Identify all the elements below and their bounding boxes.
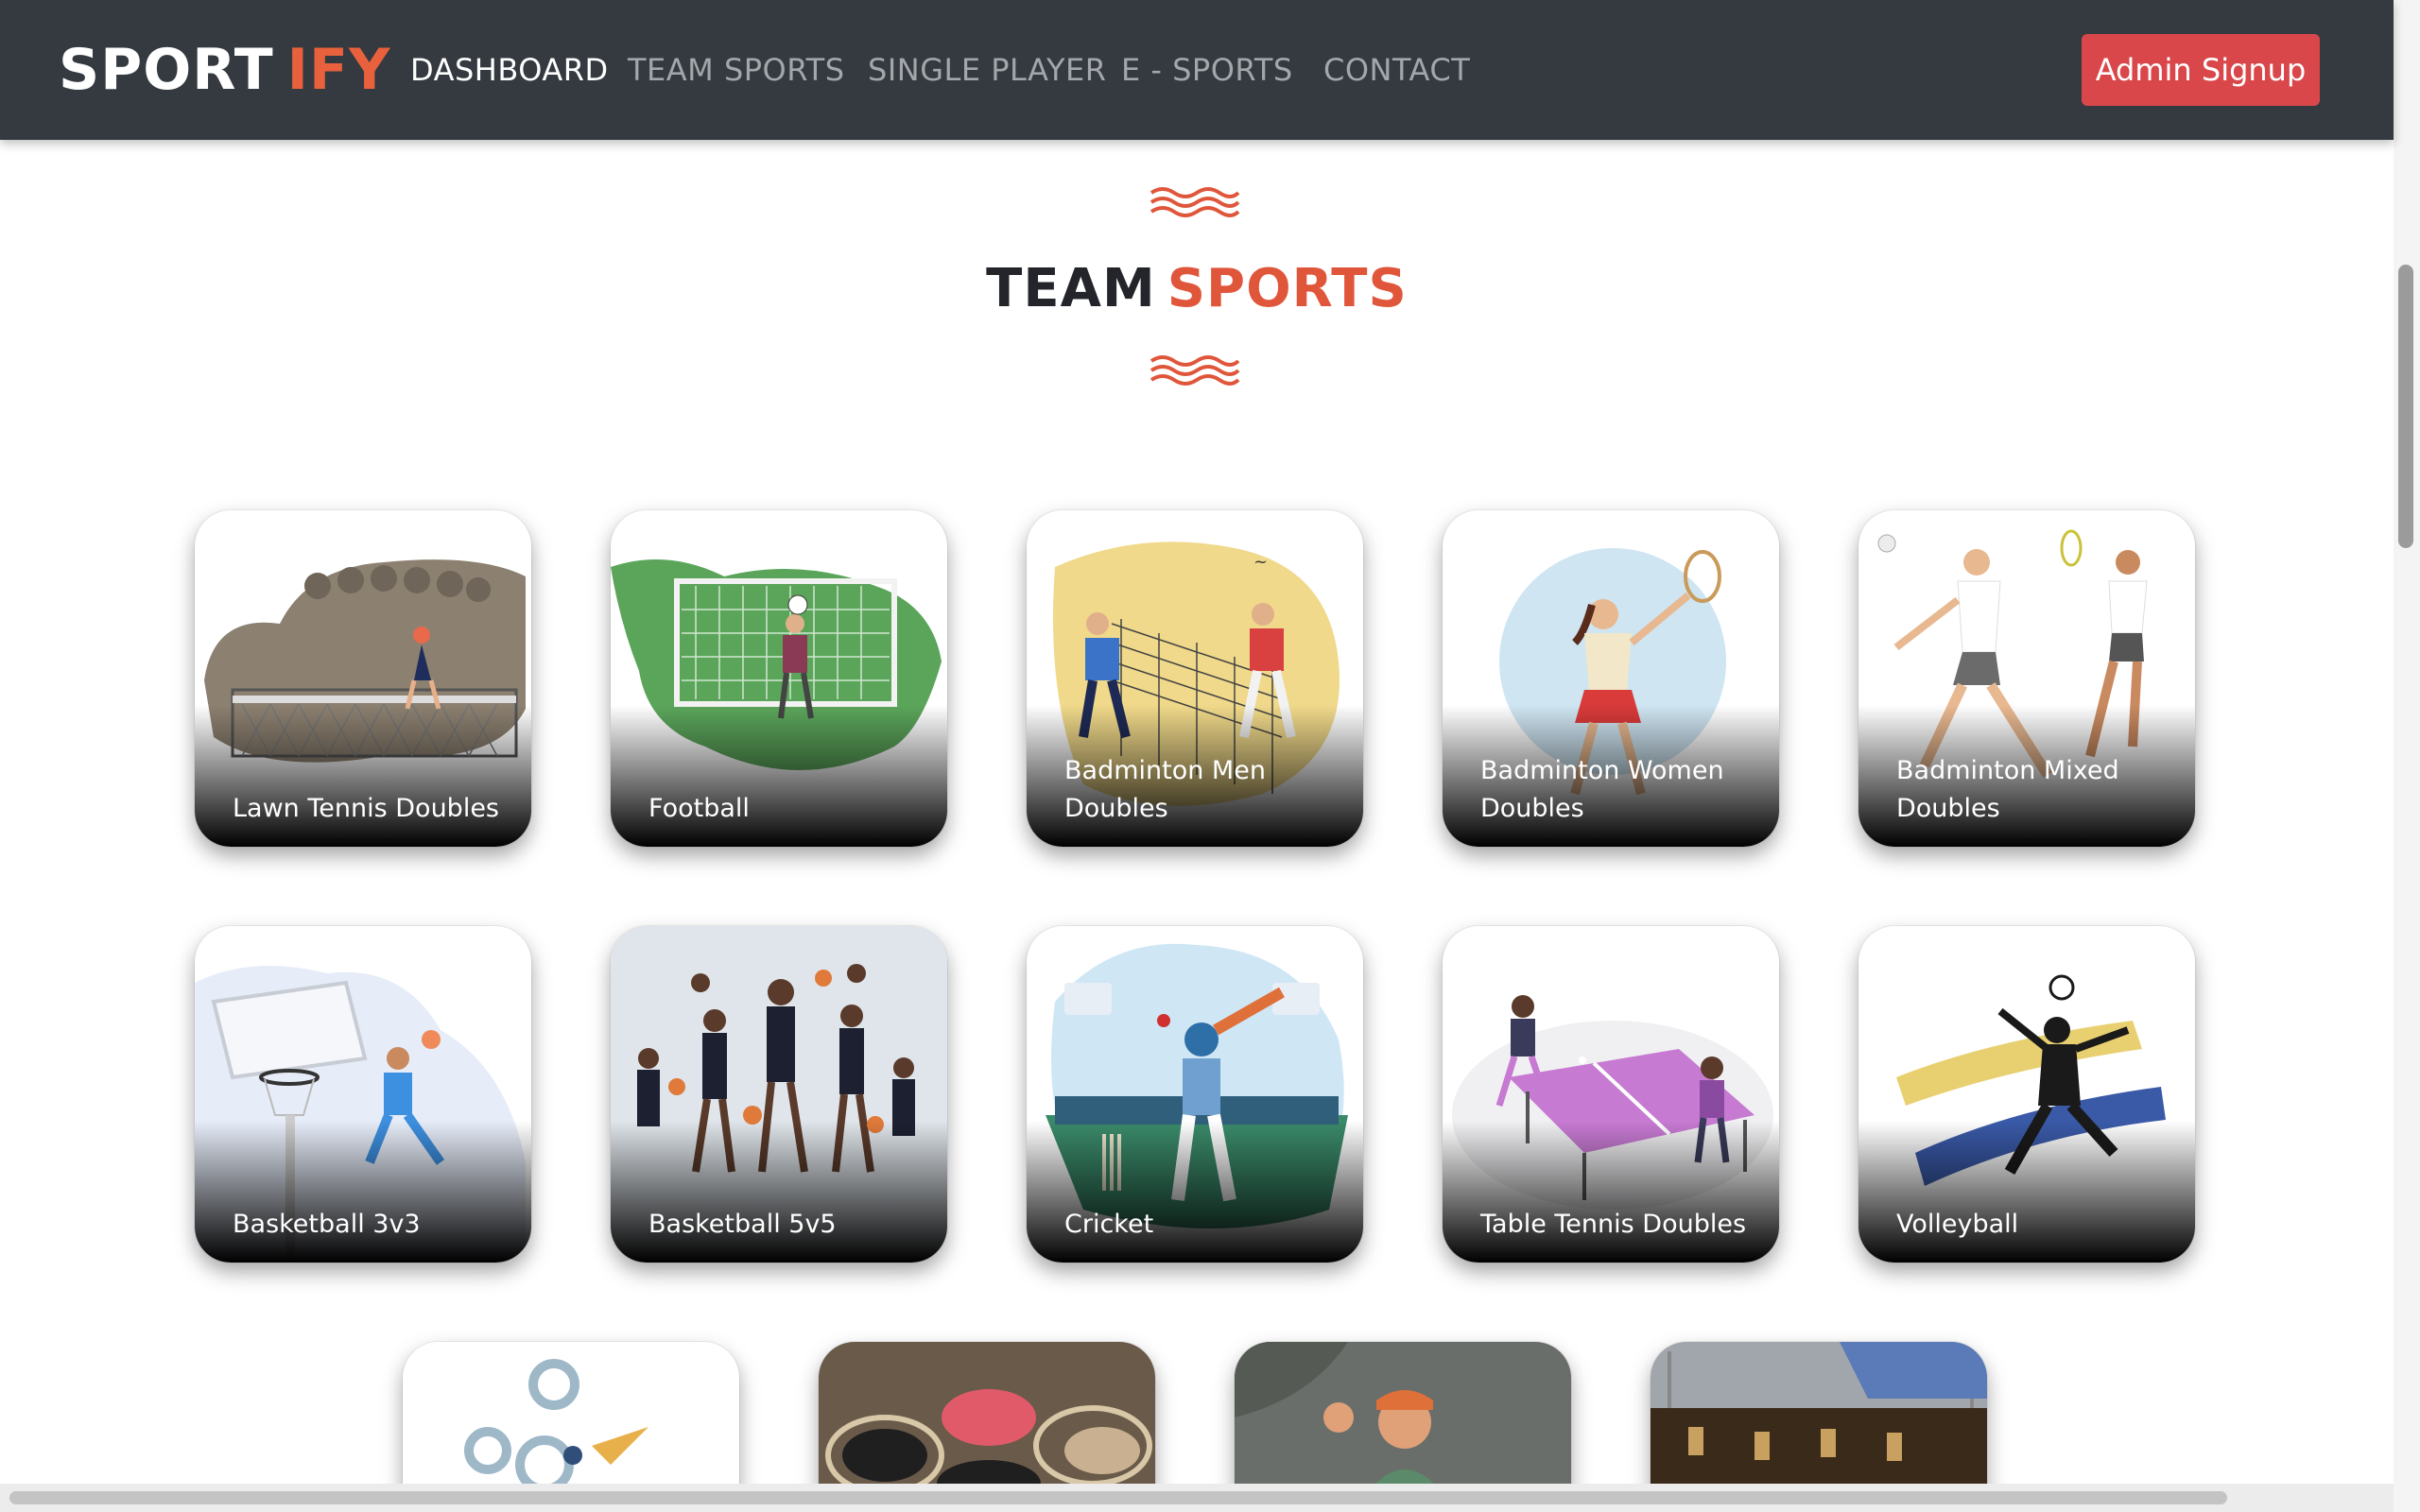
- sport-card-badminton-mixed-doubles[interactable]: Badminton Mixed Doubles: [1858, 510, 2195, 847]
- card-label: Football: [648, 794, 750, 823]
- nav-dashboard[interactable]: DASHBOARD: [410, 49, 609, 91]
- gears-illustration-icon: [403, 1342, 739, 1493]
- card-label: Cricket: [1064, 1210, 1154, 1239]
- section-title-accent: SPORTS: [1167, 258, 1408, 319]
- foosball-table-image-icon: [1651, 1342, 1987, 1493]
- sport-card-row3-3[interactable]: [1235, 1342, 1571, 1493]
- section-title: TEAM SPORTS: [0, 251, 2394, 327]
- sport-card-lawn-tennis-doubles[interactable]: Lawn Tennis Doubles: [195, 510, 531, 847]
- sport-card-row3-4[interactable]: [1651, 1342, 1987, 1493]
- vertical-scrollbar-thumb[interactable]: [2398, 265, 2413, 548]
- sport-card-badminton-men-doubles[interactable]: ~ Badminton Men Doubles: [1027, 510, 1363, 847]
- top-navbar: SPORT IFY DASHBOARD TEAM SPORTS SINGLE PL…: [0, 0, 2394, 140]
- sport-card-row3-1[interactable]: [403, 1342, 739, 1493]
- card-label: Badminton Mixed Doubles: [1896, 756, 2119, 823]
- nav-e-sports[interactable]: E - SPORTS: [1121, 49, 1293, 91]
- card-label: Volleyball: [1896, 1210, 2019, 1239]
- section-title-primary: TEAM: [986, 258, 1156, 319]
- sport-card-basketball-3v3[interactable]: Basketball 3v3: [195, 926, 531, 1263]
- sport-card-football[interactable]: Football: [611, 510, 947, 847]
- player-photo-image-icon: [1235, 1342, 1571, 1493]
- svg-text:~: ~: [1253, 552, 1268, 572]
- card-label: Basketball 3v3: [233, 1210, 421, 1239]
- sport-card-volleyball[interactable]: Volleyball: [1858, 926, 2195, 1263]
- wave-divider-bottom-icon: [1150, 355, 1240, 386]
- carrom-board-image-icon: [819, 1342, 1155, 1493]
- brand-logo[interactable]: SPORT IFY: [59, 34, 390, 106]
- brand-text-accent: IFY: [286, 37, 391, 103]
- card-label: Table Tennis Doubles: [1480, 1210, 1747, 1239]
- vertical-scrollbar-track[interactable]: [2394, 0, 2420, 1512]
- sport-card-basketball-5v5[interactable]: Basketball 5v5: [611, 926, 947, 1263]
- nav-single-player[interactable]: SINGLE PLAYER: [868, 49, 1106, 91]
- sport-card-row3-2[interactable]: [819, 1342, 1155, 1493]
- card-label: Basketball 5v5: [648, 1210, 837, 1239]
- sport-card-cricket[interactable]: Cricket: [1027, 926, 1363, 1263]
- card-label: Badminton Women Doubles: [1480, 756, 1724, 823]
- nav-contact[interactable]: CONTACT: [1323, 49, 1470, 91]
- sport-card-badminton-women-doubles[interactable]: Badminton Women Doubles: [1443, 510, 1779, 847]
- horizontal-scrollbar-thumb[interactable]: [9, 1491, 2227, 1504]
- nav-team-sports[interactable]: TEAM SPORTS: [628, 49, 845, 91]
- card-label: Lawn Tennis Doubles: [233, 794, 499, 823]
- card-label: Badminton Men Doubles: [1064, 756, 1266, 823]
- brand-text-primary: SPORT: [59, 37, 274, 103]
- sport-card-table-tennis-doubles[interactable]: Table Tennis Doubles: [1443, 926, 1779, 1263]
- admin-signup-button[interactable]: Admin Signup: [2082, 34, 2320, 106]
- wave-divider-top-icon: [1150, 187, 1240, 217]
